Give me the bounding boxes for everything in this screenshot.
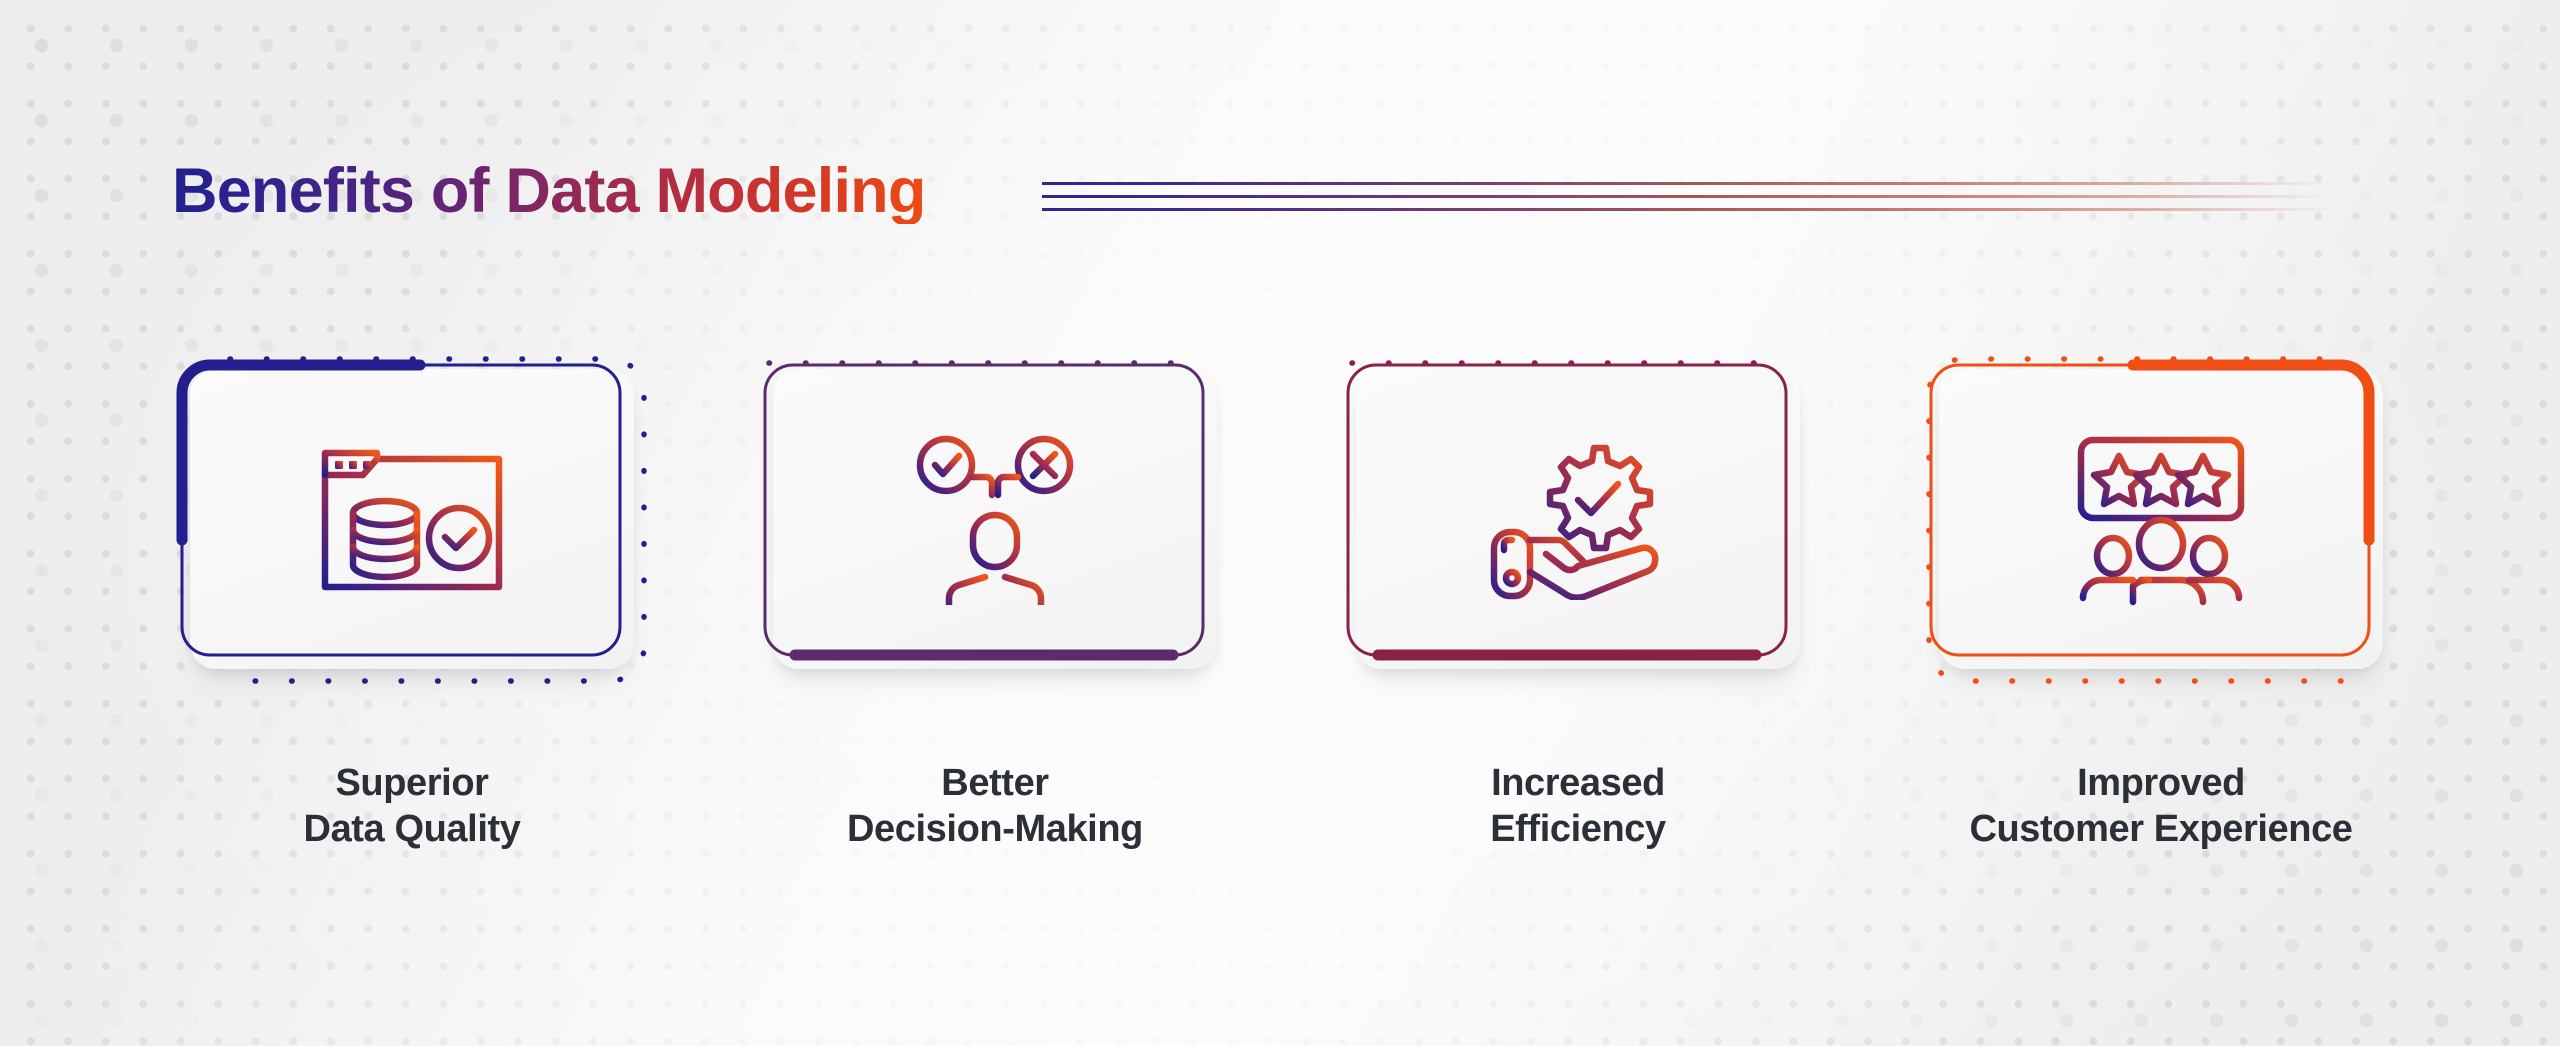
card-label-line-1: Improved <box>2077 762 2245 804</box>
decorative-rule-group <box>1042 182 2332 214</box>
infographic-canvas: Benefits of Data Modeling Superior Data … <box>0 0 2560 1046</box>
benefit-label-row: Superior Data Quality Better Decision-Ma… <box>0 760 2560 910</box>
card-label-line-2: Customer Experience <box>1969 808 2353 851</box>
hand-gear-check-icon <box>1483 444 1673 600</box>
card-label-line-2: Decision-Making <box>847 808 1143 851</box>
decorative-rule-3 <box>1042 208 2332 211</box>
benefit-card-row <box>0 355 2560 695</box>
database-window-check-icon <box>317 445 507 595</box>
card-label-line-2: Data Quality <box>303 808 521 851</box>
decorative-rule-1 <box>1042 182 2332 185</box>
person-check-cross-decision-icon <box>900 435 1090 605</box>
benefit-card-better-decision-making[interactable] <box>755 355 1235 685</box>
card-label-line-1: Increased <box>1491 762 1665 804</box>
card-label-superior-data-quality: Superior Data Quality <box>172 760 652 853</box>
benefit-card-improved-customer-experience[interactable] <box>1921 355 2401 685</box>
benefit-card-superior-data-quality[interactable] <box>172 355 652 685</box>
card-label-line-1: Better <box>941 762 1049 804</box>
benefit-card-increased-efficiency[interactable] <box>1338 355 1818 685</box>
card-label-increased-efficiency: Increased Efficiency <box>1338 760 1818 853</box>
card-label-line-1: Superior <box>335 762 489 804</box>
decorative-rule-2 <box>1042 195 2332 198</box>
card-label-better-decision-making: Better Decision-Making <box>755 760 1235 853</box>
card-label-improved-customer-experience: Improved Customer Experience <box>1911 760 2411 853</box>
card-label-line-2: Efficiency <box>1490 808 1666 851</box>
people-star-rating-icon <box>2066 436 2256 606</box>
page-title: Benefits of Data Modeling <box>172 155 926 226</box>
